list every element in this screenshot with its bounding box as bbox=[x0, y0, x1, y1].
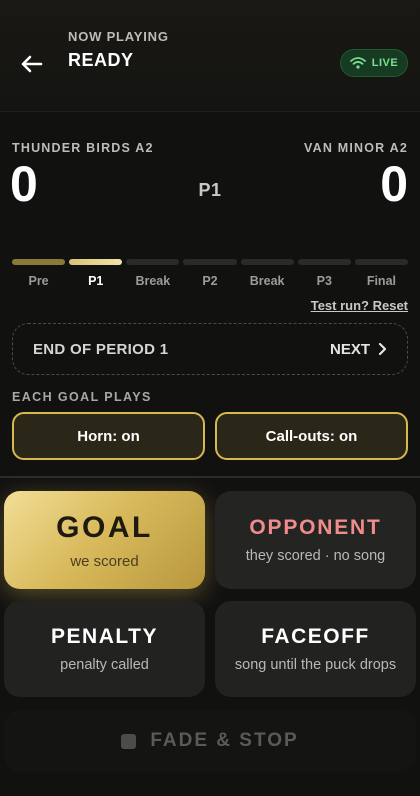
horn-toggle[interactable]: Horn: on bbox=[12, 412, 205, 460]
period-step-pre[interactable]: Pre bbox=[12, 259, 66, 288]
period-bar bbox=[69, 259, 123, 265]
end-of-period-label: END OF PERIOD 1 bbox=[33, 340, 169, 358]
back-button[interactable] bbox=[16, 48, 48, 80]
period-label: Final bbox=[366, 274, 396, 288]
current-period: P1 bbox=[198, 180, 222, 200]
period-step-final[interactable]: Final bbox=[354, 259, 408, 288]
period-label: Break bbox=[135, 274, 171, 288]
fade-and-stop-button[interactable]: FADE & STOP bbox=[4, 710, 416, 772]
now-playing-status: READY bbox=[68, 50, 134, 70]
period-bar bbox=[183, 259, 237, 265]
next-button[interactable]: NEXT bbox=[330, 341, 387, 358]
now-playing-label: NOW PLAYING bbox=[68, 29, 169, 44]
test-run-reset-link[interactable]: Test run? Reset bbox=[311, 298, 408, 313]
section-divider bbox=[0, 476, 420, 478]
next-label: NEXT bbox=[329, 340, 370, 358]
period-step-break-1[interactable]: Break bbox=[126, 259, 180, 288]
period-label: Pre bbox=[28, 274, 49, 288]
period-track: Pre P1 Break P2 Break P3 Final bbox=[12, 259, 408, 288]
fade-and-stop-label: FADE & STOP bbox=[150, 730, 299, 751]
period-label: P3 bbox=[316, 274, 332, 288]
faceoff-title: FACEOFF bbox=[261, 625, 370, 648]
period-step-p1[interactable]: P1 bbox=[69, 259, 123, 288]
period-bar bbox=[297, 259, 351, 265]
home-team-name: THUNDER BIRDS A2 bbox=[12, 141, 154, 155]
period-step-break-2[interactable]: Break bbox=[240, 259, 294, 288]
stop-square-icon bbox=[121, 733, 137, 749]
live-label: LIVE bbox=[371, 57, 399, 69]
penalty-title: PENALTY bbox=[51, 625, 158, 648]
faceoff-subtitle: song until the puck drops bbox=[234, 657, 397, 673]
now-playing-header: NOW PLAYING READY LIVE bbox=[0, 0, 420, 112]
goal-subtitle: we scored bbox=[70, 552, 139, 570]
period-bar bbox=[126, 259, 180, 265]
wifi-icon bbox=[349, 57, 366, 69]
opponent-button[interactable]: OPPONENT they scored · no song bbox=[215, 491, 416, 589]
opponent-subtitle: they scored · no song bbox=[245, 548, 386, 564]
goal-title: GOAL bbox=[56, 510, 153, 544]
callouts-toggle[interactable]: Call-outs: on bbox=[215, 412, 408, 460]
period-step-p3[interactable]: P3 bbox=[297, 259, 351, 288]
faceoff-button[interactable]: FACEOFF song until the puck drops bbox=[215, 601, 416, 697]
goal-button[interactable]: GOAL we scored bbox=[4, 491, 205, 589]
period-bar bbox=[240, 259, 294, 265]
period-bar bbox=[12, 259, 66, 265]
arrow-left-icon bbox=[21, 55, 43, 73]
period-label: P1 bbox=[88, 274, 104, 288]
period-label: Break bbox=[249, 274, 285, 288]
period-label: P2 bbox=[202, 274, 218, 288]
chevron-right-icon bbox=[378, 342, 387, 356]
period-step-p2[interactable]: P2 bbox=[183, 259, 237, 288]
penalty-button[interactable]: PENALTY penalty called bbox=[4, 601, 205, 697]
opponent-title: OPPONENT bbox=[249, 516, 382, 539]
live-badge: LIVE bbox=[340, 49, 408, 77]
period-bar bbox=[354, 259, 408, 265]
away-team-name: VAN MINOR A2 bbox=[304, 141, 408, 155]
end-of-period-button[interactable]: END OF PERIOD 1 NEXT bbox=[12, 323, 408, 375]
each-goal-plays-label: EACH GOAL PLAYS bbox=[12, 390, 152, 404]
penalty-subtitle: penalty called bbox=[60, 657, 149, 673]
